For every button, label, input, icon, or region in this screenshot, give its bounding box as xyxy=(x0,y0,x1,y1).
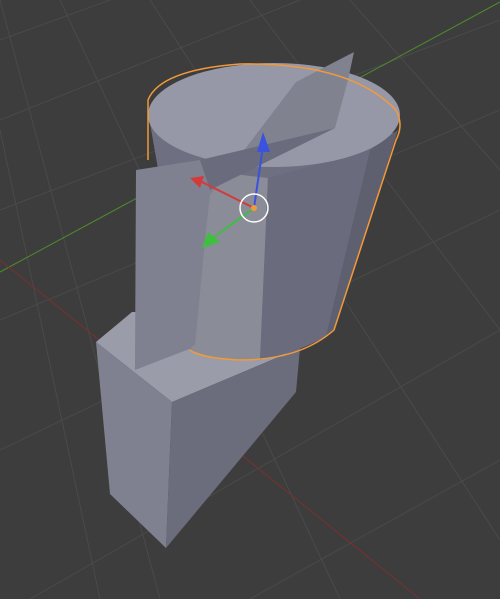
3d-viewport[interactable] xyxy=(0,0,500,599)
object-origin-dot xyxy=(251,205,257,211)
